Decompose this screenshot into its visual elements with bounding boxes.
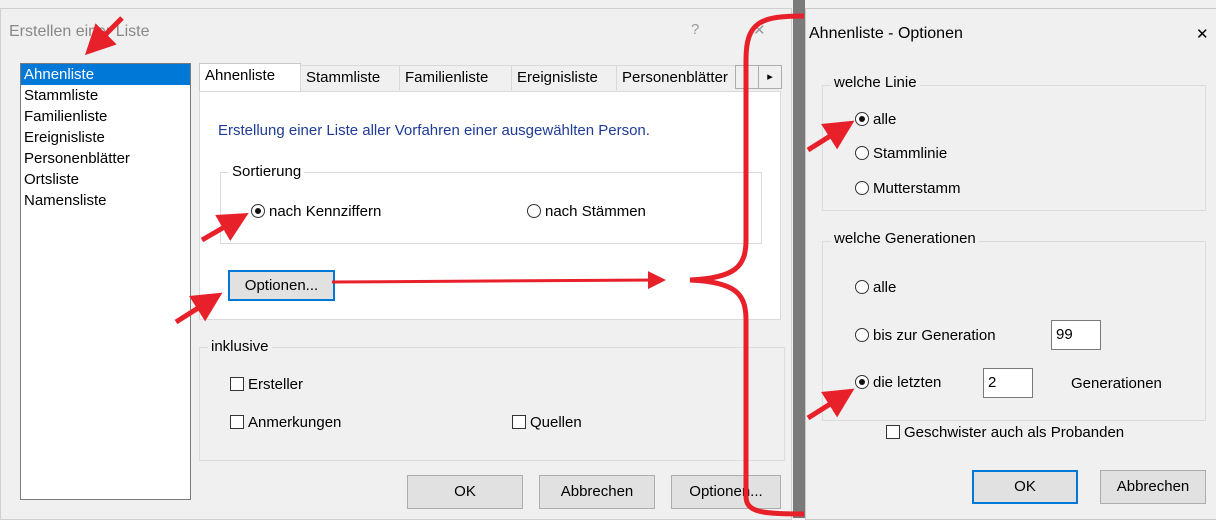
checkbox-label: Ersteller — [248, 376, 304, 393]
letzten-generationen-input[interactable]: 2 — [983, 368, 1033, 398]
abbrechen-button[interactable]: Abbrechen — [539, 475, 655, 509]
generationen-suffix: Generationen — [1071, 375, 1162, 392]
tab-familienliste[interactable]: Familienliste — [399, 65, 512, 90]
list-dialog: Erstellen einer Liste ? ✕ Ahnenliste Sta… — [0, 8, 792, 520]
options-dialog: Ahnenliste - Optionen ✕ welche Linie all… — [805, 8, 1216, 520]
optionen-inner-button[interactable]: Optionen... — [228, 270, 335, 301]
help-button[interactable]: ? — [691, 21, 699, 38]
generationen-group: welche Generationen alle bis zur Generat… — [822, 230, 1206, 421]
radio-indicator[interactable] — [855, 375, 869, 389]
list-item-familienliste[interactable]: Familienliste — [21, 106, 190, 127]
list-item-ortsliste[interactable]: Ortsliste — [21, 169, 190, 190]
list-item-ahnenliste[interactable]: Ahnenliste — [21, 64, 190, 85]
radio-nach-staemmen[interactable]: nach Stämmen — [527, 203, 646, 220]
window-divider — [793, 0, 805, 518]
list-item-namensliste[interactable]: Namensliste — [21, 190, 190, 211]
radio-label: alle — [873, 111, 897, 128]
tab-stammliste[interactable]: Stammliste — [300, 65, 400, 90]
radio-linie-alle[interactable]: alle — [855, 111, 896, 128]
ok-button[interactable]: OK — [407, 475, 523, 509]
radio-bis-zur-generation[interactable]: bis zur Generation — [855, 327, 996, 344]
list-item-personenblaetter[interactable]: Personenblätter — [21, 148, 190, 169]
radio-indicator[interactable] — [855, 280, 869, 294]
inklusive-label: inklusive — [208, 338, 272, 355]
sortierung-label: Sortierung — [229, 163, 305, 180]
radio-indicator[interactable] — [855, 181, 869, 195]
tab-ahnenliste[interactable]: Ahnenliste — [199, 63, 301, 91]
radio-label: die letzten — [873, 374, 942, 391]
checkbox-box[interactable] — [230, 415, 244, 429]
checkbox-label: Geschwister auch als Probanden — [904, 424, 1125, 441]
checkbox-label: Quellen — [530, 414, 582, 431]
radio-label: nach Kennziffern — [269, 203, 382, 220]
tab-scroll-left[interactable] — [735, 65, 759, 89]
linie-label: welche Linie — [831, 74, 920, 91]
sortierung-group: Sortierung nach Kennziffern nach Stämmen — [220, 163, 762, 244]
inklusive-group: inklusive Ersteller Anmerkungen Quellen — [199, 338, 785, 461]
options-abbrechen-button[interactable]: Abbrechen — [1100, 470, 1206, 504]
dialog-title: Erstellen einer Liste — [9, 23, 150, 40]
options-dialog-title: Ahnenliste - Optionen — [809, 25, 963, 42]
tab-strip: Ahnenliste Stammliste Familienliste Erei… — [199, 63, 783, 91]
radio-indicator[interactable] — [855, 146, 869, 160]
radio-label: bis zur Generation — [873, 327, 996, 344]
radio-indicator[interactable] — [855, 112, 869, 126]
optionen-button[interactable]: Optionen... — [671, 475, 781, 509]
chevron-right-icon: ▸ — [767, 71, 773, 83]
tab-ereignisliste[interactable]: Ereignisliste — [511, 65, 617, 90]
radio-label: alle — [873, 279, 897, 296]
generationen-label: welche Generationen — [831, 230, 979, 247]
list-item-stammliste[interactable]: Stammliste — [21, 85, 190, 106]
options-ok-button[interactable]: OK — [972, 470, 1078, 504]
close-icon[interactable]: ✕ — [1196, 25, 1209, 43]
radio-stammlinie[interactable]: Stammlinie — [855, 145, 947, 162]
tab-description: Erstellung einer Liste aller Vorfahren e… — [218, 122, 650, 139]
checkbox-geschwister[interactable]: Geschwister auch als Probanden — [886, 424, 1124, 441]
radio-nach-kennziffern[interactable]: nach Kennziffern — [251, 203, 381, 220]
radio-mutterstamm[interactable]: Mutterstamm — [855, 180, 961, 197]
radio-indicator[interactable] — [251, 204, 265, 218]
checkbox-box[interactable] — [886, 425, 900, 439]
radio-label: Mutterstamm — [873, 180, 961, 197]
radio-indicator[interactable] — [855, 328, 869, 342]
radio-indicator[interactable] — [527, 204, 541, 218]
tab-personenblaetter[interactable]: Personenblätter — [616, 65, 738, 90]
tab-panel: Erstellung einer Liste aller Vorfahren e… — [199, 91, 781, 320]
tab-scroll-right-button[interactable]: ▸ — [758, 65, 782, 89]
checkbox-box[interactable] — [512, 415, 526, 429]
list-type-listbox[interactable]: Ahnenliste Stammliste Familienliste Erei… — [20, 63, 191, 500]
radio-label: Stammlinie — [873, 145, 948, 162]
checkbox-anmerkungen[interactable]: Anmerkungen — [230, 414, 341, 431]
close-icon[interactable]: ✕ — [753, 21, 766, 39]
checkbox-box[interactable] — [230, 377, 244, 391]
radio-label: nach Stämmen — [545, 203, 646, 220]
checkbox-ersteller[interactable]: Ersteller — [230, 376, 303, 393]
list-item-ereignisliste[interactable]: Ereignisliste — [21, 127, 190, 148]
linie-group: welche Linie alle Stammlinie Mutterstamm — [822, 74, 1206, 211]
radio-die-letzten[interactable]: die letzten — [855, 374, 941, 391]
checkbox-label: Anmerkungen — [248, 414, 342, 431]
bis-generation-input[interactable]: 99 — [1051, 320, 1101, 350]
radio-generationen-alle[interactable]: alle — [855, 279, 896, 296]
checkbox-quellen[interactable]: Quellen — [512, 414, 582, 431]
